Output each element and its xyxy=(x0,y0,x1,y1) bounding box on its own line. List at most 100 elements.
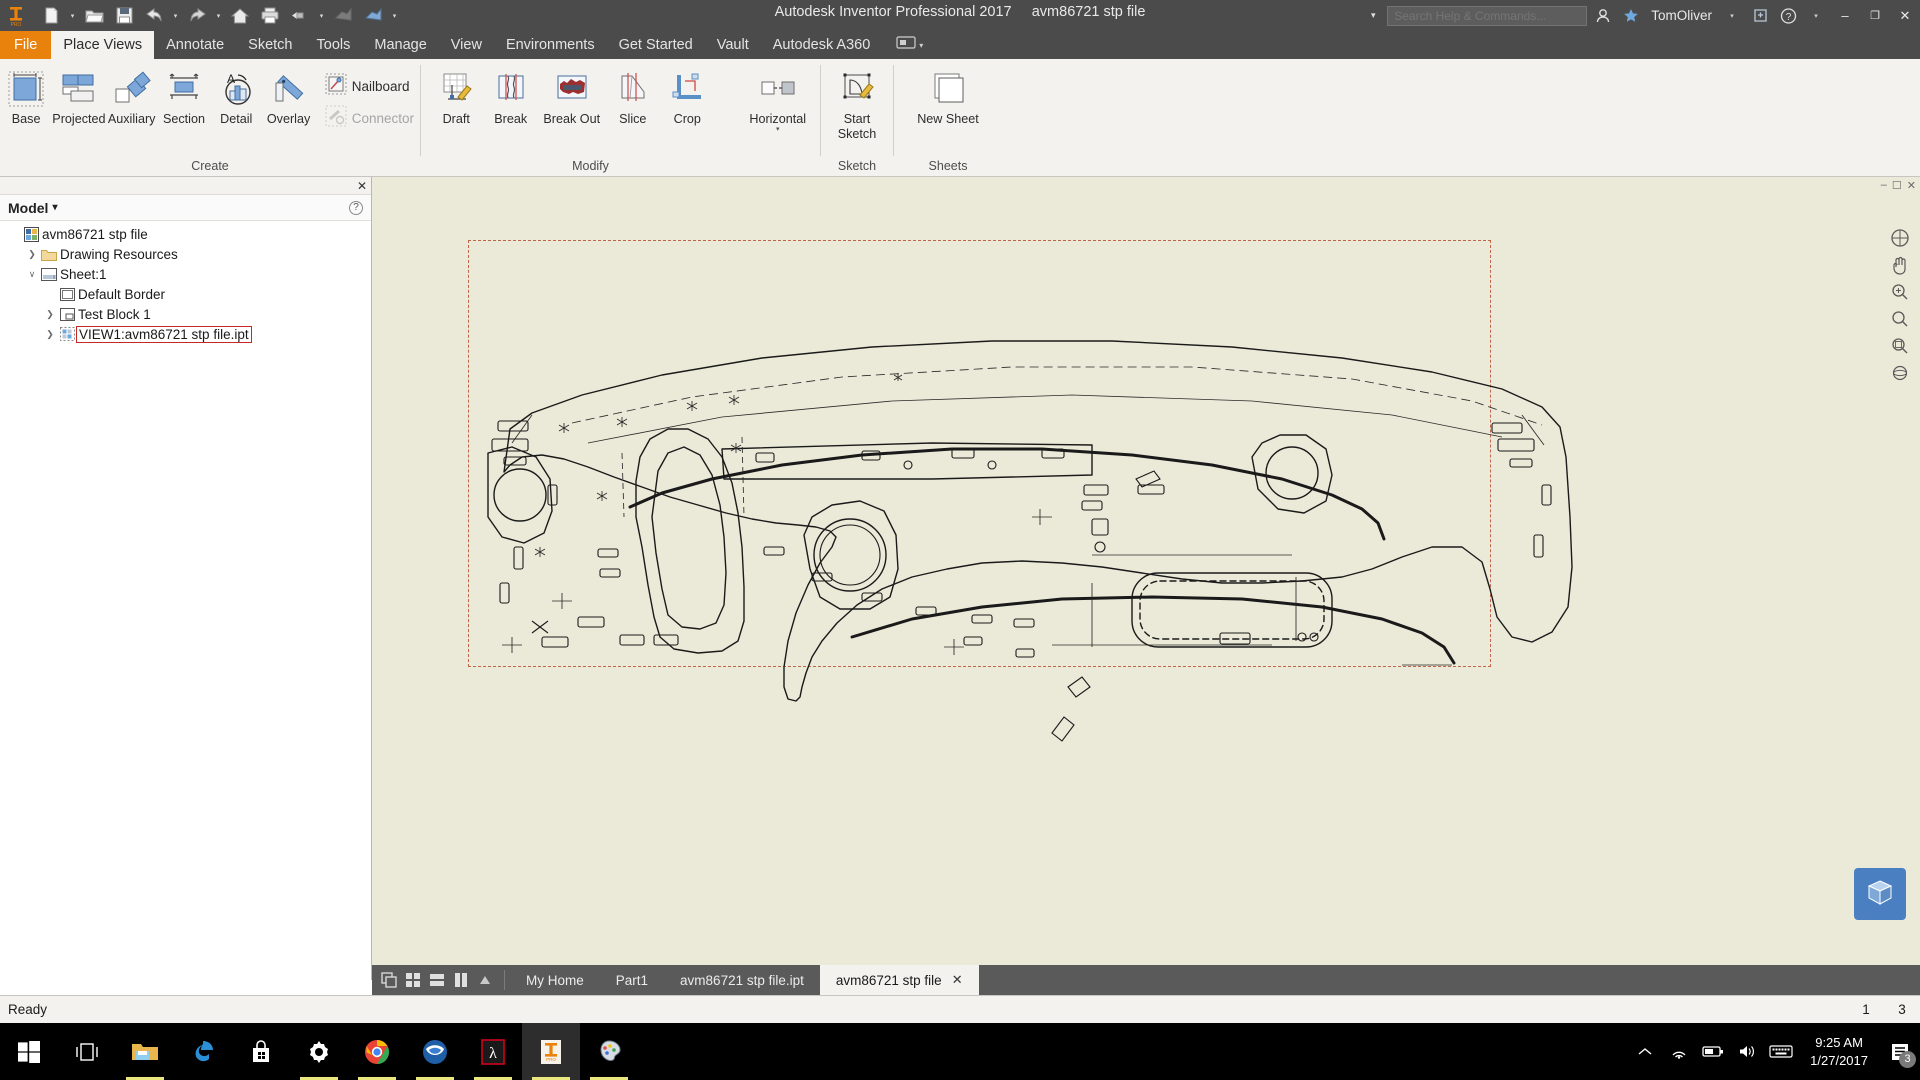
browser-help-icon[interactable]: ? xyxy=(349,200,363,215)
ribbon-tab-place-views[interactable]: Place Views xyxy=(51,31,155,59)
qat-open-file[interactable] xyxy=(79,1,109,30)
qat-redo[interactable] xyxy=(182,1,212,30)
window-close-button[interactable]: ✕ xyxy=(1890,0,1920,31)
search-input[interactable] xyxy=(1387,5,1588,26)
qat-return-caret[interactable]: ▾ xyxy=(315,1,328,30)
view-cube[interactable] xyxy=(1854,868,1906,920)
horizontal-align-caret-icon[interactable]: ▾ xyxy=(776,125,780,133)
tile-grid-icon[interactable] xyxy=(402,965,424,995)
browser-close-icon[interactable]: ✕ xyxy=(357,179,367,193)
tree-item-avm86721-stp-file[interactable]: avm86721 stp file xyxy=(0,224,371,244)
ribbon-screen-icon[interactable] xyxy=(896,35,916,55)
ribbon-tab-view[interactable]: View xyxy=(439,31,494,59)
qat-undo-caret[interactable]: ▾ xyxy=(169,1,182,30)
qat-new-file-caret[interactable]: ▾ xyxy=(66,1,79,30)
qat-undo[interactable] xyxy=(139,1,169,30)
wifi-icon[interactable] xyxy=(1662,1023,1696,1080)
taskbar-clock[interactable]: 9:25 AM 1/27/2017 xyxy=(1798,1034,1880,1070)
drawing-view-avm86721[interactable] xyxy=(392,217,1892,777)
ribbon-tab-sketch[interactable]: Sketch xyxy=(236,31,304,59)
tree-expander-icon[interactable]: ❯ xyxy=(42,309,58,320)
tree-expander-icon[interactable]: ❯ xyxy=(42,329,58,340)
qat-return[interactable] xyxy=(285,1,315,30)
document-tab-avm86721-stp-file-ipt[interactable]: avm86721 stp file.ipt xyxy=(664,965,820,995)
projected-view-button[interactable]: Projected xyxy=(52,64,106,142)
document-tab-close-icon[interactable]: ✕ xyxy=(952,972,963,988)
ribbon-tab-manage[interactable]: Manage xyxy=(362,31,438,59)
ribbon-tab-tools[interactable]: Tools xyxy=(305,31,363,59)
thunderbird-button[interactable] xyxy=(406,1023,464,1080)
qat-update-blue[interactable] xyxy=(358,1,388,30)
ribbon-tab-annotate[interactable]: Annotate xyxy=(154,31,236,59)
tile-vertical-icon[interactable] xyxy=(450,965,472,995)
tree-expander-icon[interactable]: ∨ xyxy=(24,269,40,280)
break-out-button[interactable]: Break Out xyxy=(538,64,606,142)
star-icon[interactable] xyxy=(1617,0,1645,31)
qat-save-file[interactable] xyxy=(109,1,139,30)
document-tab-my-home[interactable]: My Home xyxy=(510,965,600,995)
window-minimize-button[interactable]: – xyxy=(1830,0,1860,31)
file-explorer-button[interactable] xyxy=(116,1023,174,1080)
triangle-up-icon[interactable] xyxy=(474,965,496,995)
slice-button[interactable]: Slice xyxy=(606,64,660,142)
google-chrome-button[interactable] xyxy=(348,1023,406,1080)
help-question-icon[interactable]: ? xyxy=(1774,0,1802,31)
overlay-view-button[interactable]: Overlay xyxy=(262,64,314,142)
tile-horizontal-icon[interactable] xyxy=(426,965,448,995)
battery-icon[interactable] xyxy=(1696,1023,1730,1080)
document-tab-part1[interactable]: Part1 xyxy=(600,965,664,995)
new-sheet-button[interactable]: New Sheet xyxy=(902,64,994,142)
task-view-button[interactable] xyxy=(58,1023,116,1080)
autodesk-exchange-icon[interactable] xyxy=(1746,0,1774,31)
detail-view-button[interactable]: A Detail xyxy=(210,64,262,142)
auxiliary-view-button[interactable]: Auxiliary xyxy=(106,64,158,142)
browser-title-caret-icon[interactable]: ▾ xyxy=(52,202,57,213)
settings-button[interactable] xyxy=(290,1023,348,1080)
qat-update-grey[interactable] xyxy=(328,1,358,30)
tree-item-sheet-1[interactable]: ∨ Sheet:1 xyxy=(0,264,371,284)
start-button[interactable] xyxy=(0,1023,58,1080)
speaker-volume-icon[interactable] xyxy=(1730,1023,1764,1080)
cascade-icon[interactable] xyxy=(378,965,400,995)
horizontal-align-button[interactable]: Horizontal ▾ xyxy=(735,64,820,142)
section-view-button[interactable]: Section xyxy=(158,64,210,142)
qat-home[interactable] xyxy=(225,1,255,30)
tree-item-test-block-1[interactable]: ❯ Test Block 1 xyxy=(0,304,371,324)
ribbon-tab-file[interactable]: File xyxy=(0,31,52,59)
notification-center-button[interactable]: 3 xyxy=(1880,1023,1920,1080)
nailboard-button[interactable]: Nailboard xyxy=(319,70,420,102)
qat-print[interactable] xyxy=(255,1,285,30)
draft-button[interactable]: Draft xyxy=(429,64,483,142)
help-caret-icon[interactable]: ▾ xyxy=(1802,0,1830,31)
document-tab-avm86721-stp-file[interactable]: avm86721 stp file ✕ xyxy=(819,965,979,995)
tree-item-drawing-resources[interactable]: ❯ Drawing Resources xyxy=(0,244,371,264)
ribbon-tab-environments[interactable]: Environments xyxy=(494,31,607,59)
crop-button[interactable]: Crop xyxy=(660,64,714,142)
tree-item-view1-avm86721-stp-file-ipt[interactable]: ❯ VIEW1:avm86721 stp file.ipt xyxy=(0,324,371,344)
user-account-caret-icon[interactable]: ▾ xyxy=(1718,0,1746,31)
ribbon-tab-caret-icon[interactable]: ▾ xyxy=(919,41,923,50)
start-sketch-button[interactable]: Start Sketch xyxy=(825,64,889,142)
qat-new-file[interactable] xyxy=(36,1,66,30)
microsoft-edge-button[interactable] xyxy=(174,1023,232,1080)
drawing-canvas[interactable]: – ☐ ✕ xyxy=(372,177,1920,980)
search-dropdown-caret-icon[interactable]: ▾ xyxy=(1359,0,1387,31)
base-view-button[interactable]: Base xyxy=(0,64,52,142)
tree-item-default-border[interactable]: Default Border xyxy=(0,284,371,304)
microsoft-store-button[interactable] xyxy=(232,1023,290,1080)
ribbon-tab-vault[interactable]: Vault xyxy=(705,31,761,59)
ribbon-tab-autodesk-a360[interactable]: Autodesk A360 xyxy=(761,31,883,59)
window-maximize-button[interactable]: ❐ xyxy=(1860,0,1890,31)
tree-expander-icon[interactable]: ❯ xyxy=(24,249,40,260)
keyboard-icon[interactable] xyxy=(1764,1023,1798,1080)
user-account-name[interactable]: TomOliver xyxy=(1645,8,1718,23)
paint-button[interactable] xyxy=(580,1023,638,1080)
qat-update-caret[interactable]: ▾ xyxy=(388,1,401,30)
autodesk-inventor-button[interactable]: PRO xyxy=(522,1023,580,1080)
ribbon-tab-get-started[interactable]: Get Started xyxy=(607,31,705,59)
chevron-up-icon[interactable] xyxy=(1628,1023,1662,1080)
adobe-acrobat-button[interactable]: λ xyxy=(464,1023,522,1080)
break-button[interactable]: Break xyxy=(483,64,537,142)
connector-button[interactable]: Connector xyxy=(319,102,420,134)
signin-icon[interactable] xyxy=(1589,0,1617,31)
